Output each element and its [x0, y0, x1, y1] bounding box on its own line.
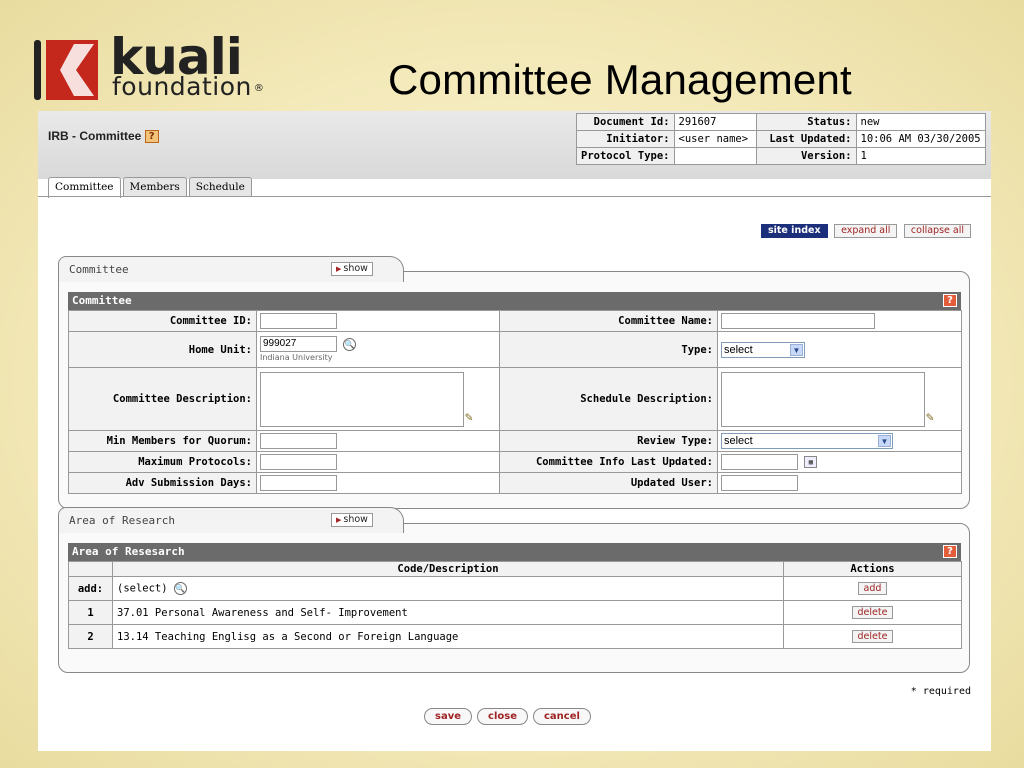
research-panel-header: Area of Resesarch ?	[68, 543, 961, 561]
min-members-label: Min Members for Quorum:	[68, 430, 257, 452]
site-index-button[interactable]: site index	[760, 224, 828, 238]
code-description-header: Code/Description	[112, 561, 784, 577]
save-button[interactable]: save	[424, 708, 473, 725]
status-label: Status:	[755, 113, 857, 131]
add-label: add:	[68, 576, 113, 601]
committee-description-label: Committee Description:	[68, 367, 257, 431]
table-row: 2 13.14 Teaching Englisg as a Second or …	[68, 624, 962, 649]
adv-submission-days-label: Adv Submission Days:	[68, 472, 257, 494]
committee-show-button[interactable]: ▶ show	[331, 262, 373, 276]
research-section-tab: Area of Research ▶ show	[58, 507, 404, 533]
version-label: Version:	[755, 147, 857, 165]
help-icon[interactable]: ?	[144, 130, 159, 144]
committee-name-input[interactable]	[721, 313, 875, 329]
row-number: 1	[68, 600, 113, 625]
research-table: Code/Description Actions add: (select) 🔍…	[68, 561, 962, 649]
committee-id-input[interactable]	[260, 313, 337, 329]
top-buttons: site index expand all collapse all	[758, 223, 971, 238]
research-add-row: add: (select) 🔍 add	[68, 576, 962, 601]
table-row: 1 37.01 Personal Awareness and Self- Imp…	[68, 600, 962, 625]
kuali-logo: kuali foundation ®	[34, 28, 294, 104]
expand-all-button[interactable]: expand all	[834, 224, 898, 238]
expand-textarea-pencil-icon[interactable]: ✎	[465, 410, 473, 425]
max-protocols-input[interactable]	[260, 454, 337, 470]
expand-textarea-pencil-icon[interactable]: ✎	[926, 410, 934, 425]
add-research-button[interactable]: add	[857, 582, 888, 595]
research-description: 13.14 Teaching Englisg as a Second or Fo…	[112, 624, 784, 649]
delete-button[interactable]: delete	[851, 606, 894, 619]
updated-user-input[interactable]	[721, 475, 798, 491]
chevron-down-icon: ▼	[790, 343, 803, 356]
home-unit-name: Indiana University	[260, 353, 333, 362]
initiator-value: <user name>	[673, 130, 757, 148]
tab-divider	[38, 196, 991, 197]
research-description: 37.01 Personal Awareness and Self- Impro…	[112, 600, 784, 625]
review-type-label: Review Type:	[499, 430, 718, 452]
type-label: Type:	[499, 331, 718, 368]
version-value: 1	[855, 147, 986, 165]
info-last-updated-input[interactable]	[721, 454, 798, 470]
last-updated-value: 10:06 AM 03/30/2005	[855, 130, 986, 148]
tab-members[interactable]: Members	[122, 177, 187, 197]
tab-committee[interactable]: Committee	[48, 177, 121, 198]
document-id-label: Document Id:	[576, 113, 675, 131]
adv-submission-days-input[interactable]	[260, 475, 337, 491]
home-unit-label: Home Unit:	[68, 331, 257, 368]
home-unit-input[interactable]: 999027	[260, 336, 337, 352]
page-title: IRB - Committee ?	[48, 129, 159, 144]
app-screen: IRB - Committee ? Document Id: 291607 St…	[38, 111, 991, 751]
kuali-logo-icon	[34, 40, 98, 100]
row-number: 2	[68, 624, 113, 649]
document-info-table: Document Id: 291607 Status: new Initiato…	[576, 113, 986, 165]
research-num-header	[68, 561, 113, 577]
initiator-label: Initiator:	[576, 130, 675, 148]
research-show-button[interactable]: ▶ show	[331, 513, 373, 527]
schedule-description-label: Schedule Description:	[499, 367, 718, 431]
tab-bar: Committee Members Schedule	[48, 177, 254, 198]
committee-description-textarea[interactable]	[260, 371, 464, 427]
delete-button[interactable]: delete	[851, 630, 894, 643]
research-help-icon[interactable]: ?	[943, 545, 957, 558]
committee-panel-header: Committee ?	[68, 292, 961, 310]
close-button[interactable]: close	[477, 708, 528, 725]
logo-subtitle: foundation ®	[112, 72, 265, 101]
last-updated-label: Last Updated:	[755, 130, 857, 148]
protocol-type-label: Protocol Type:	[576, 147, 675, 165]
schedule-description-textarea[interactable]	[721, 371, 925, 427]
info-last-updated-label: Committee Info Last Updated:	[499, 451, 718, 473]
research-section-title: Area of Research	[69, 514, 175, 527]
committee-form: Committee ID: Committee Name: Home Unit:…	[68, 310, 962, 494]
review-type-select[interactable]: select ▼	[721, 433, 893, 449]
home-unit-search-icon[interactable]: 🔍	[343, 337, 357, 351]
protocol-type-value	[673, 147, 757, 165]
type-select[interactable]: select ▼	[721, 341, 805, 358]
committee-section-title: Committee	[69, 263, 129, 276]
research-select-placeholder[interactable]: (select)	[117, 583, 168, 595]
max-protocols-label: Maximum Protocols:	[68, 451, 257, 473]
collapse-all-button[interactable]: collapse all	[903, 224, 971, 238]
slide-title: Committee Management	[388, 56, 852, 103]
document-id-value: 291607	[673, 113, 757, 131]
cancel-button[interactable]: cancel	[532, 708, 591, 725]
committee-section-tab: Committee ▶ show	[58, 256, 404, 282]
updated-user-label: Updated User:	[499, 472, 718, 494]
committee-id-label: Committee ID:	[68, 310, 257, 332]
min-members-input[interactable]	[260, 433, 337, 449]
status-value: new	[855, 113, 986, 131]
tab-schedule[interactable]: Schedule	[188, 177, 252, 197]
actions-header: Actions	[783, 561, 962, 577]
required-note: * required	[910, 686, 971, 697]
calendar-icon[interactable]: ▦	[804, 456, 818, 468]
research-search-icon[interactable]: 🔍	[173, 582, 187, 595]
chevron-down-icon: ▼	[878, 435, 891, 447]
bottom-buttons: save close cancel	[424, 708, 596, 725]
committee-help-icon[interactable]: ?	[943, 294, 957, 307]
committee-name-label: Committee Name:	[499, 310, 718, 332]
